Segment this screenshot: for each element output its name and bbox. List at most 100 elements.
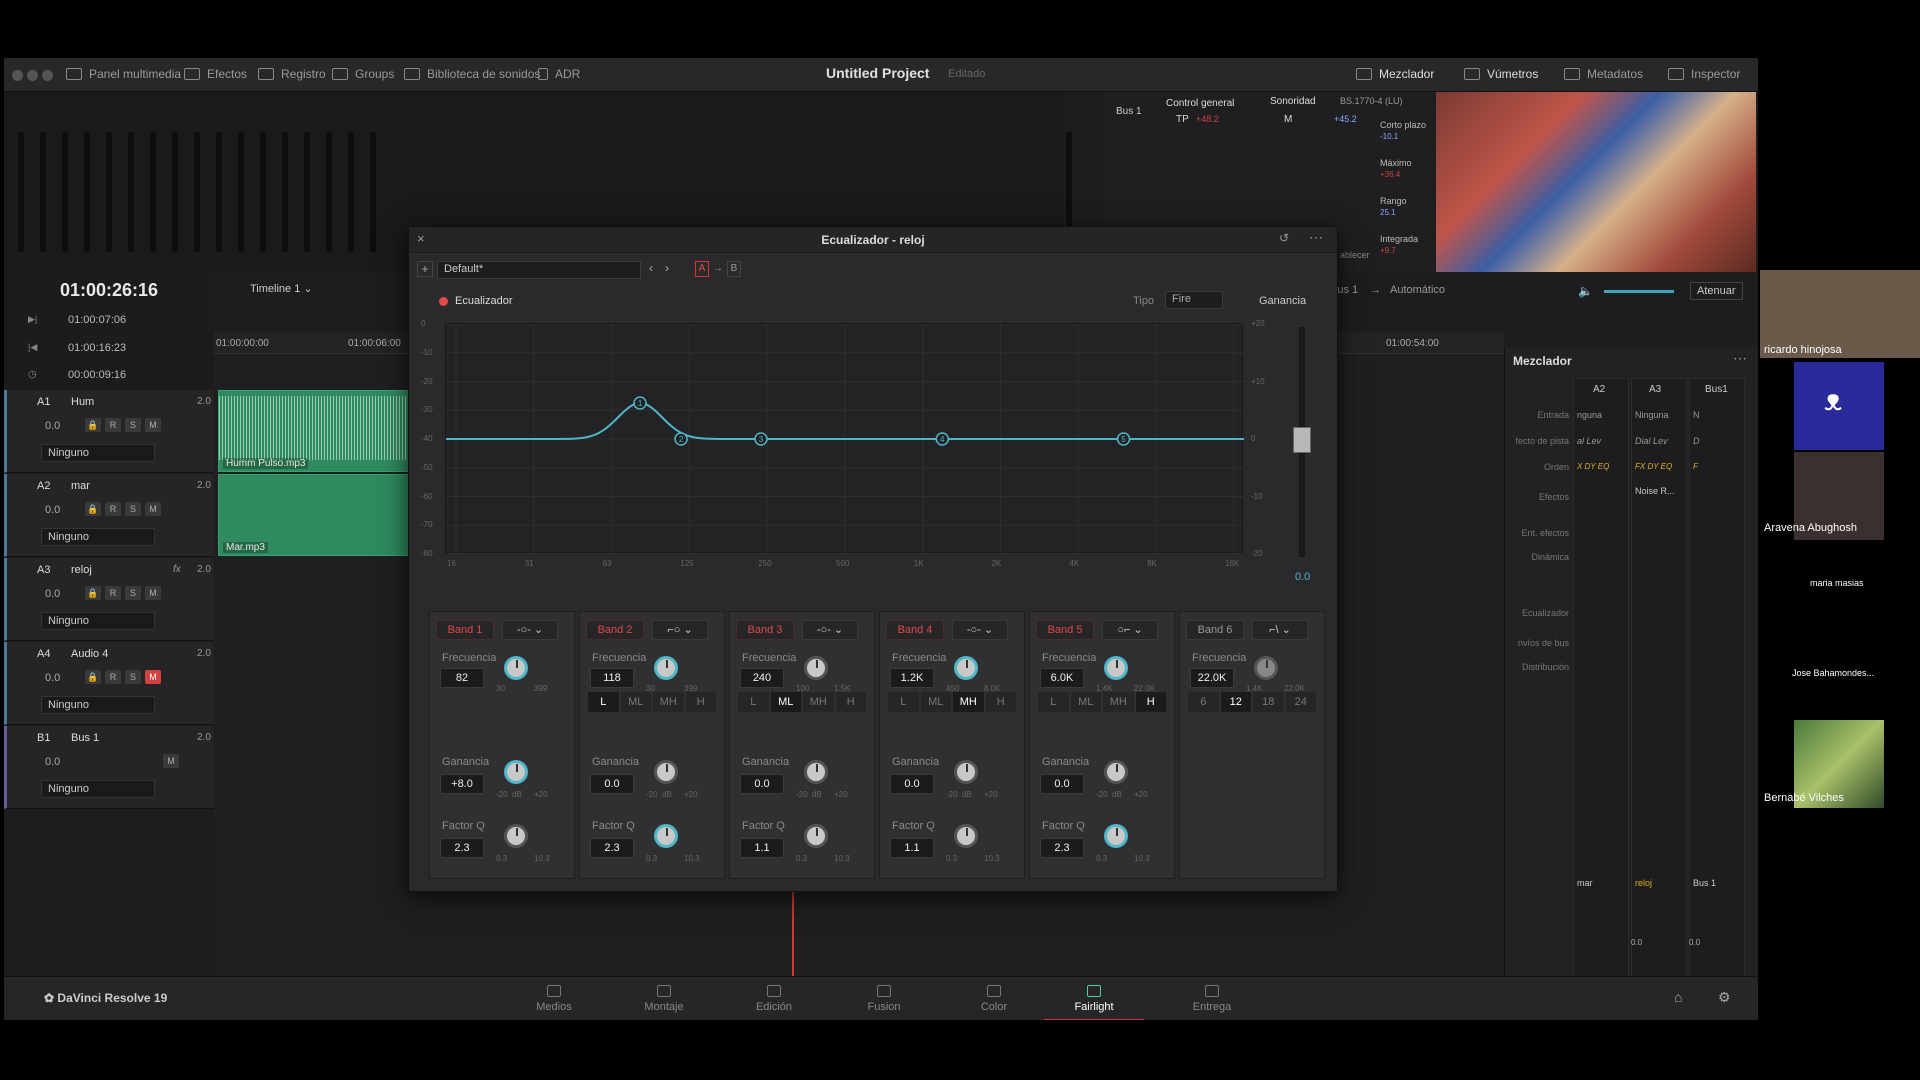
q-value[interactable]: 2.3	[440, 838, 484, 858]
mixer-button[interactable]: Mezclador	[1356, 67, 1434, 81]
segment-mh[interactable]: MH	[953, 692, 984, 712]
band-toggle[interactable]: Band 3	[736, 620, 794, 640]
next-preset-icon[interactable]: ›	[665, 261, 669, 275]
record-button[interactable]: R	[105, 502, 121, 516]
lock-icon[interactable]: 🔒	[85, 586, 101, 600]
eq-curve-svg[interactable]: 1 2 3 4 5	[446, 323, 1244, 555]
lock-icon[interactable]: 🔒	[85, 502, 101, 516]
home-icon[interactable]: ⌂	[1674, 989, 1682, 1005]
segment-l[interactable]: L	[738, 692, 769, 712]
slope-24[interactable]: 24	[1285, 692, 1316, 712]
track-input-select[interactable]: Ninguno	[41, 696, 155, 714]
gain-fader-handle[interactable]	[1293, 427, 1311, 453]
participant-tile[interactable]: ricardo hinojosa	[1760, 270, 1920, 358]
freq-value[interactable]: 82	[440, 668, 484, 688]
gain-knob[interactable]	[804, 760, 828, 784]
type-select[interactable]: Fire	[1165, 291, 1223, 309]
gain-value[interactable]: 0.0	[890, 774, 934, 794]
freq-knob[interactable]	[1104, 656, 1128, 680]
band-toggle[interactable]: Band 2	[586, 620, 644, 640]
track-volume[interactable]: 0.0	[45, 420, 60, 432]
gear-icon[interactable]: ⚙	[1718, 989, 1731, 1006]
band-shape-select[interactable]: ○⌐ ⌄	[1102, 620, 1158, 640]
lock-icon[interactable]: 🔒	[85, 418, 101, 432]
segment-ml[interactable]: ML	[770, 692, 801, 712]
registro-button[interactable]: Registro	[258, 67, 326, 81]
close-icon[interactable]: ×	[417, 231, 425, 246]
attenuate-button[interactable]: Atenuar	[1690, 282, 1743, 300]
groups-button[interactable]: Groups	[332, 67, 394, 81]
q-knob[interactable]	[1104, 824, 1128, 848]
prev-preset-icon[interactable]: ‹	[649, 261, 653, 275]
track-name[interactable]: Bus 1	[71, 732, 99, 744]
window-max-dot[interactable]	[42, 70, 53, 81]
track-header-a3[interactable]: A3 reloj fx 2.0 0.0 🔒 R S M Ninguno	[4, 558, 214, 641]
segment-l[interactable]: L	[588, 692, 619, 712]
b-compare-button[interactable]: B	[727, 261, 741, 277]
track-header-a4[interactable]: A4 Audio 4 2.0 0.0 🔒 R S M Ninguno	[4, 642, 214, 725]
audio-clip[interactable]: Mar.mp3	[218, 474, 418, 556]
segment-ml[interactable]: ML	[920, 692, 951, 712]
more-icon[interactable]: ⋯	[1733, 350, 1747, 367]
gain-value[interactable]: 0.0	[590, 774, 634, 794]
q-value[interactable]: 1.1	[740, 838, 784, 858]
band-toggle[interactable]: Band 5	[1036, 620, 1094, 640]
track-input-select[interactable]: Ninguno	[41, 612, 155, 630]
reset-icon[interactable]: ↺	[1279, 231, 1289, 245]
track-name[interactable]: mar	[71, 480, 90, 492]
q-knob[interactable]	[504, 824, 528, 848]
track-input-select[interactable]: Ninguno	[41, 444, 155, 462]
mute-button[interactable]: M	[145, 670, 161, 684]
page-entrega[interactable]: Entrega	[1172, 985, 1252, 1013]
eq-graph[interactable]: 1 2 3 4 5	[445, 323, 1244, 555]
speaker-icon[interactable]: 🔈	[1578, 284, 1593, 298]
mute-button[interactable]: M	[145, 502, 161, 516]
freq-value[interactable]: 1.2K	[890, 668, 934, 688]
track-volume[interactable]: 0.0	[45, 756, 60, 768]
freq-value[interactable]: 118	[590, 668, 634, 688]
fx-indicator[interactable]: fx	[173, 564, 181, 575]
segment-ml[interactable]: ML	[620, 692, 651, 712]
segment-h[interactable]: H	[1135, 692, 1166, 712]
band-shape-select[interactable]: -○- ⌄	[802, 620, 858, 640]
track-header-b1[interactable]: B1 Bus 1 2.0 0.0 M Ninguno	[4, 726, 214, 809]
freq-knob[interactable]	[504, 656, 528, 680]
segment-mh[interactable]: MH	[803, 692, 834, 712]
strip-input[interactable]: Ninguna	[1635, 410, 1669, 420]
sound-library-button[interactable]: Biblioteca de sonidos	[404, 67, 540, 81]
track-name[interactable]: reloj	[71, 564, 92, 576]
track-volume[interactable]: 0.0	[45, 504, 60, 516]
page-montaje[interactable]: Montaje	[624, 985, 704, 1013]
freq-knob[interactable]	[954, 656, 978, 680]
inspector-button[interactable]: Inspector	[1668, 67, 1740, 81]
monitor-volume-slider[interactable]	[1604, 290, 1674, 293]
track-volume[interactable]: 0.0	[45, 588, 60, 600]
solo-button[interactable]: S	[125, 670, 141, 684]
copy-ab-button[interactable]: →	[711, 261, 725, 277]
page-fusion[interactable]: Fusion	[844, 985, 924, 1013]
metadata-button[interactable]: Metadatos	[1564, 67, 1643, 81]
track-header-a2[interactable]: A2 mar 2.0 0.0 🔒 R S M Ninguno	[4, 474, 214, 557]
freq-value[interactable]: 22.0K	[1190, 668, 1234, 688]
page-edicion[interactable]: Edición	[734, 985, 814, 1013]
gain-knob[interactable]	[954, 760, 978, 784]
q-value[interactable]: 1.1	[890, 838, 934, 858]
track-input-select[interactable]: Ninguno	[41, 780, 155, 798]
strip-order[interactable]: FX DY EQ	[1635, 462, 1672, 471]
q-knob[interactable]	[804, 824, 828, 848]
gain-value[interactable]: +8.0	[440, 774, 484, 794]
freq-knob[interactable]	[1254, 656, 1278, 680]
strip-input[interactable]: N	[1693, 410, 1700, 420]
band-shape-select[interactable]: ⌐○ ⌄	[652, 620, 708, 640]
window-close-dot[interactable]	[12, 70, 23, 81]
solo-button[interactable]: S	[125, 502, 141, 516]
strip-effect[interactable]: Noise R...	[1635, 486, 1675, 496]
track-name[interactable]: Audio 4	[71, 648, 108, 660]
track-name[interactable]: Hum	[71, 396, 94, 408]
preset-select[interactable]: Default*	[437, 261, 641, 279]
strip-level[interactable]: al Lev	[1577, 436, 1601, 446]
meters-button[interactable]: Vúmetros	[1464, 67, 1538, 81]
q-value[interactable]: 2.3	[1040, 838, 1084, 858]
effects-button[interactable]: Efectos	[184, 67, 247, 81]
a-compare-button[interactable]: A	[695, 261, 709, 277]
